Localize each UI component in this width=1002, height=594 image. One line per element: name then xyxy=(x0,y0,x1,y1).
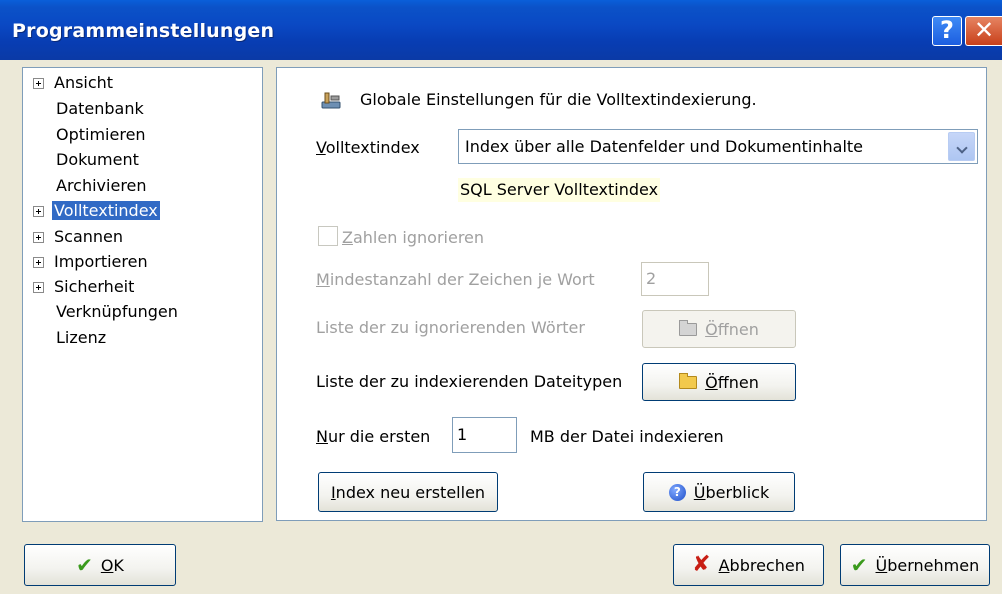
tree-item-archivieren[interactable]: Archivieren xyxy=(33,175,149,197)
mnemonic: M xyxy=(316,270,330,289)
filetypes-label: Liste der zu indexierenden Dateitypen xyxy=(316,372,623,391)
ok-button[interactable]: ✔ OK xyxy=(24,544,176,586)
first-mb-field[interactable]: 1 xyxy=(452,417,517,453)
checkmark-icon: ✔ xyxy=(850,553,868,577)
expand-icon[interactable] xyxy=(33,282,44,293)
tree-item-label: Optimieren xyxy=(56,125,146,144)
ignore-numbers-checkbox[interactable] xyxy=(318,226,338,246)
fulltext-index-value: Index über alle Datenfelder und Dokument… xyxy=(465,137,864,156)
tree-item-label: Archivieren xyxy=(56,176,147,195)
button-label: OK xyxy=(100,555,124,575)
min-chars-field[interactable]: 2 xyxy=(641,262,709,296)
fulltext-label: Volltextindex xyxy=(316,138,420,157)
apply-button[interactable]: ✔ Übernehmen xyxy=(840,544,990,586)
tree-item-label: Verknüpfungen xyxy=(56,302,178,321)
tree-item-scannen[interactable]: Scannen xyxy=(33,226,125,248)
expand-icon[interactable] xyxy=(33,257,44,268)
tree-item-label: Dokument xyxy=(56,150,139,169)
button-label: Übernehmen xyxy=(875,555,980,575)
mnemonic: V xyxy=(316,138,326,157)
settings-tools-icon xyxy=(321,92,341,109)
tree-item-sicherheit[interactable]: Sicherheit xyxy=(33,276,136,298)
cancel-button[interactable]: ✘ Abbrechen xyxy=(673,544,824,586)
settings-tree[interactable]: Ansicht Datenbank Optimieren Dokument Ar… xyxy=(22,67,263,522)
button-label: Index neu erstellen xyxy=(330,482,486,502)
tree-item-ansicht[interactable]: Ansicht xyxy=(33,72,115,94)
label-text: ahlen ignorieren xyxy=(352,228,485,247)
button-label: Abbrechen xyxy=(718,555,805,575)
first-mb-label: Nur die ersten xyxy=(316,427,430,446)
button-label: Öffnen xyxy=(705,319,759,339)
chevron-down-icon[interactable] xyxy=(948,132,975,161)
tree-item-label: Sicherheit xyxy=(54,277,135,296)
close-icon[interactable]: ✕ xyxy=(965,16,1002,46)
mnemonic: N xyxy=(316,427,328,446)
close-icon: ✘ xyxy=(692,552,711,577)
panel-header: Globale Einstellungen für die Volltextin… xyxy=(360,90,757,109)
help-icon[interactable]: ? xyxy=(932,16,962,46)
label-text: ur die ersten xyxy=(327,427,431,446)
fulltext-index-select[interactable]: Index über alle Datenfelder und Dokument… xyxy=(458,129,978,164)
tree-item-datenbank[interactable]: Datenbank xyxy=(33,98,146,120)
folder-icon xyxy=(679,319,698,336)
tree-item-label: Lizenz xyxy=(56,328,107,347)
window-title: Programmeinstellungen xyxy=(12,20,275,42)
ignore-numbers-label: Zahlen ignorieren xyxy=(342,228,484,247)
expand-icon[interactable] xyxy=(33,232,44,243)
tree-item-volltextindex[interactable]: Volltextindex xyxy=(33,200,160,222)
label-text: olltextindex xyxy=(325,138,420,157)
overview-button[interactable]: ? Überblick xyxy=(643,472,795,512)
checkmark-icon: ✔ xyxy=(76,553,93,577)
open-filetypes-button[interactable]: Öffnen xyxy=(642,363,796,401)
folder-icon xyxy=(679,372,698,389)
mnemonic: Z xyxy=(342,228,353,247)
label-text: indestanzahl der Zeichen je Wort xyxy=(329,270,595,289)
tree-item-verknuepfungen[interactable]: Verknüpfungen xyxy=(33,301,180,323)
mb-label: MB der Datei indexieren xyxy=(530,427,724,446)
rebuild-index-button[interactable]: Index neu erstellen xyxy=(318,472,498,512)
ignore-words-label: Liste der zu ignorierenden Wörter xyxy=(316,318,585,337)
tree-item-optimieren[interactable]: Optimieren xyxy=(33,124,148,146)
tree-item-dokument[interactable]: Dokument xyxy=(33,149,141,171)
sql-server-hint: SQL Server Volltextindex xyxy=(458,178,661,202)
tree-item-label: Importieren xyxy=(54,252,148,271)
button-label: Öffnen xyxy=(705,372,759,392)
expand-icon[interactable] xyxy=(33,206,44,217)
tree-item-lizenz[interactable]: Lizenz xyxy=(33,327,108,349)
tree-item-importieren[interactable]: Importieren xyxy=(33,251,150,273)
button-label: Überblick xyxy=(693,482,770,502)
expand-icon[interactable] xyxy=(33,78,44,89)
tree-item-label: Ansicht xyxy=(54,73,114,92)
min-chars-label: Mindestanzahl der Zeichen je Wort xyxy=(316,270,595,289)
open-ignore-words-button[interactable]: Öffnen xyxy=(642,310,796,348)
tree-item-label: Datenbank xyxy=(56,99,144,118)
help-circle-icon: ? xyxy=(668,483,686,501)
tree-item-label: Volltextindex xyxy=(52,201,160,220)
title-bar: Programmeinstellungen ? ✕ xyxy=(0,0,1002,60)
tree-item-label: Scannen xyxy=(54,227,124,246)
